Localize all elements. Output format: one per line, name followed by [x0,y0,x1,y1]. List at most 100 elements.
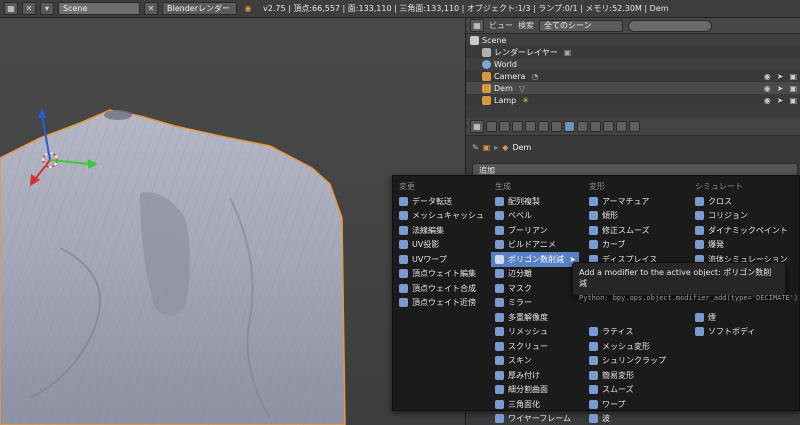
menu-column-header: シミュレート [695,182,743,191]
menu-item-array[interactable]: 配列複製 [491,194,579,209]
outliner-tree: Scene レンダーレイヤー ▣ World Camera ◔ ◉ ➤ ▣ De… [466,34,800,106]
menu-item-skin[interactable]: スキン [491,354,579,369]
render-engine-select[interactable]: Blenderレンダー [162,2,237,15]
outliner-view-menu[interactable]: ビュー [489,20,513,31]
menu-item-triangulate[interactable]: 三角面化 [491,397,579,412]
select-arrow-icon[interactable]: ➤ [777,96,784,105]
menu-item-simple-deform[interactable]: 簡易変形 [585,368,685,383]
blender-logo-icon: ◉ [244,4,252,13]
menu-item-smooth[interactable]: スムーズ [585,383,685,398]
normal-edit-icon [399,225,408,235]
select-arrow-icon[interactable]: ➤ [777,84,784,93]
menu-item-decimate[interactable]: ポリゴン数削減 ➤ [491,252,579,267]
menu-item-mesh-cache[interactable]: メッシュキャッシュ [395,209,485,224]
editor-type-icon[interactable]: ▦ [470,19,484,32]
menu-item-curve[interactable]: カーブ [585,238,685,253]
menu-item-cloth[interactable]: クロス [691,194,797,209]
visibility-eye-icon[interactable]: ◉ [764,84,771,93]
render-camera-icon[interactable]: ▣ [789,84,797,93]
scene-tab-icon[interactable] [512,121,523,132]
outliner-item-render-layer[interactable]: レンダーレイヤー ▣ [466,46,800,58]
menu-item-shrinkwrap[interactable]: シュリンクラップ [585,354,685,369]
menu-item-corrective-smooth[interactable]: 修正スムーズ [585,223,685,238]
uv-warp-icon [399,254,408,264]
menu-item-mesh-deform[interactable]: メッシュ変形 [585,339,685,354]
physics-tab-icon[interactable] [629,121,640,132]
menu-item-explode[interactable]: 爆発 [691,238,797,253]
menu-item-collision[interactable]: コリジョン [691,209,797,224]
close-icon[interactable]: ✕ [22,2,36,15]
render-camera-icon[interactable]: ▣ [789,96,797,105]
menu-column-header: 生成 [495,182,511,191]
menu-item-mirror[interactable]: ミラー [491,296,579,311]
outliner-search-menu[interactable]: 検索 [518,20,534,31]
outliner-display-select[interactable]: 全てのシーン [539,19,623,32]
outliner-item-lamp[interactable]: Lamp ✳ ◉ ➤ ▣ [466,94,800,106]
array-icon [495,196,504,206]
menu-item-boolean[interactable]: ブーリアン [491,223,579,238]
menu-item-solidify[interactable]: 厚み付け [491,368,579,383]
menu-item-edge-split[interactable]: 辺分離 [491,267,579,282]
menu-item-cast[interactable]: 傾形 [585,209,685,224]
particles-tab-icon[interactable] [616,121,627,132]
constraints-tab-icon[interactable] [551,121,562,132]
menu-item-vertex-weight-mix[interactable]: 頂点ウェイト合成 [395,281,485,296]
world-tab-icon[interactable] [525,121,536,132]
menu-item-subsurf[interactable]: 細分割曲面 [491,383,579,398]
layer-icon: ▣ [563,47,572,57]
wave-icon [589,414,598,424]
outliner-item-dem[interactable]: Dem ▽ ◉ ➤ ▣ [466,82,800,94]
texture-tab-icon[interactable] [603,121,614,132]
material-tab-icon[interactable] [590,121,601,132]
menu-item-screw[interactable]: スクリュー [491,339,579,354]
mesh-icon: ◆ [502,142,509,152]
outliner-item-camera[interactable]: Camera ◔ ◉ ➤ ▣ [466,70,800,82]
screen-layout-icon[interactable]: ▦ [4,2,18,15]
menu-item-warp[interactable]: ワープ [585,397,685,412]
visibility-eye-icon[interactable]: ◉ [764,72,771,81]
outliner-search-input[interactable] [628,19,712,32]
menu-item-wave[interactable]: 波 [585,412,685,425]
outliner-item-scene[interactable]: Scene [466,34,800,46]
menu-item-data-transfer[interactable]: データ転送 [395,194,485,209]
menu-item-soft-body[interactable]: ソフトボディ [691,325,797,340]
menu-item-vertex-weight-edit[interactable]: 頂点ウェイト編集 [395,267,485,282]
menu-item-vertex-weight-proximity[interactable]: 頂点ウェイト近傍 [395,296,485,311]
menu-item-smoke[interactable]: 煙 [691,310,797,325]
scene-name-field[interactable]: Scene [58,2,140,15]
menu-column-deform: 変形 アーマチュア 傾形 修正スムーズ カーブ ディスプレイス ラティス メッシ… [585,181,685,425]
mask-icon [495,283,504,293]
soft-body-icon [695,327,704,337]
menu-item-uv-project[interactable]: UV投影 [395,238,485,253]
menu-item-multires[interactable]: 多重解像度 [491,310,579,325]
outliner-item-world[interactable]: World [466,58,800,70]
data-tab-icon[interactable] [577,121,588,132]
pin-icon[interactable]: ✎ [472,143,479,152]
menu-item-armature[interactable]: アーマチュア [585,194,685,209]
menu-item-normal-edit[interactable]: 法線編集 [395,223,485,238]
editor-type-icon[interactable]: ▦ [470,120,484,133]
world-icon [482,59,491,69]
visibility-eye-icon[interactable]: ◉ [764,96,771,105]
render-tab-icon[interactable] [486,121,497,132]
menu-item-wireframe[interactable]: ワイヤーフレーム [491,412,579,425]
multires-icon [495,312,504,322]
corrective-smooth-icon [589,225,598,235]
menu-item-lattice[interactable]: ラティス [585,325,685,340]
remesh-icon [495,327,504,337]
scene-close-icon[interactable]: ✕ [144,2,158,15]
object-tab-icon[interactable] [538,121,549,132]
modifiers-tab-icon[interactable] [564,121,575,132]
menu-item-build[interactable]: ビルドアニメ [491,238,579,253]
scene-browse-icon[interactable]: ▾ [40,2,54,15]
render-camera-icon[interactable]: ▣ [789,72,797,81]
solidify-icon [495,370,504,380]
tooltip: Add a modifier to the active object: ポリゴ… [572,262,798,302]
menu-item-mask[interactable]: マスク [491,281,579,296]
menu-item-remesh[interactable]: リメッシュ [491,325,579,340]
select-arrow-icon[interactable]: ➤ [777,72,784,81]
menu-item-dynamic-paint[interactable]: ダイナミックペイント [691,223,797,238]
menu-item-uv-warp[interactable]: UVワープ [395,252,485,267]
render-layers-tab-icon[interactable] [499,121,510,132]
menu-item-bevel[interactable]: ベベル [491,209,579,224]
